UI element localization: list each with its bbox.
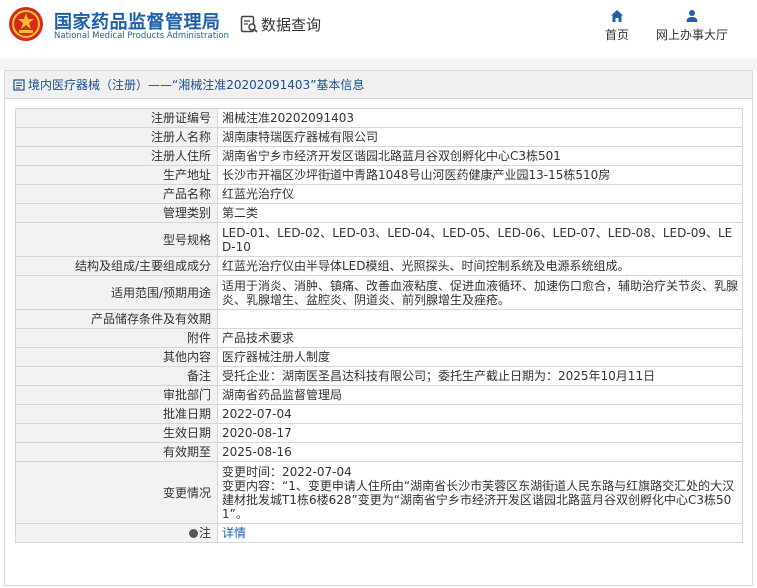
detail-panel: 境内医疗器械（注册）——“湘械注准20202091403”基本信息 注册证编号湘… — [4, 70, 753, 586]
table-row: 变更情况 变更时间：2022-07-04 变更内容：“1、变更申请人住所由“湖南省… — [15, 461, 743, 524]
field-value: 医疗器械注册人制度 — [217, 347, 743, 367]
national-emblem-icon — [9, 7, 43, 41]
document-icon — [13, 78, 25, 91]
table-row: 生效日期 2020-08-17 — [15, 423, 743, 443]
nav-hall-label: 网上办事大厅 — [655, 28, 728, 42]
field-label: 批准日期 — [15, 404, 218, 424]
org-name-en: National Medical Products Administration — [54, 31, 229, 41]
change-history: 变更时间：2022-07-04 变更内容：“1、变更申请人住所由“湖南省长沙市芙… — [217, 461, 743, 524]
table-row: 管理类别 第二类 — [15, 203, 743, 223]
field-value: 2020-08-17 — [217, 423, 743, 443]
nav-home-label: 首页 — [604, 28, 629, 42]
table-row: 结构及组成/主要组成成分 红蓝光治疗仪由半导体LED模组、光照探头、时间控制系统及… — [15, 256, 743, 276]
registration-info-table: 注册证编号 湘械注准20202091403 注册人名称 湖南康特瑞医疗器械有限公司 … — [15, 108, 743, 543]
table-row: 备注 受托企业：湖南医圣昌达科技有限公司；委托生产截止日期为：2025年10月11… — [15, 366, 743, 386]
data-query-title[interactable]: 数据查询 — [240, 13, 321, 35]
field-label: 生产地址 — [15, 165, 218, 185]
field-label: 备注 — [15, 366, 218, 386]
field-label: 有效期至 — [15, 442, 218, 462]
breadcrumb: 境内医疗器械（注册）——“湘械注准20202091403”基本信息 — [5, 71, 752, 99]
field-label: 型号规格 — [15, 222, 218, 257]
field-label: 变更情况 — [15, 461, 218, 524]
nav-online-hall[interactable]: 网上办事大厅 — [652, 9, 732, 43]
field-value: 长沙市开福区沙坪街道中青路1048号山河医药健康产业园13-15栋510房 — [217, 165, 743, 185]
field-label: 生效日期 — [15, 423, 218, 443]
field-label: 适用范围/预期用途 — [15, 275, 218, 310]
table-row: 其他内容 医疗器械注册人制度 — [15, 347, 743, 367]
field-value: 红蓝光治疗仪由半导体LED模组、光照探头、时间控制系统及电源系统组成。 — [217, 256, 743, 276]
field-label: 管理类别 — [15, 203, 218, 223]
field-label: 产品储存条件及有效期 — [15, 309, 218, 329]
field-label: 产品名称 — [15, 184, 218, 204]
table-row: 注册人住所 湖南省宁乡市经济开发区谐园北路蓝月谷双创孵化中心C3栋501 — [15, 146, 743, 166]
field-value: 湖南省药品监督管理局 — [217, 385, 743, 405]
field-value: 2022-07-04 — [217, 404, 743, 424]
field-value: 湖南康特瑞医疗器械有限公司 — [217, 127, 743, 147]
field-value: 湖南省宁乡市经济开发区谐园北路蓝月谷双创孵化中心C3栋501 — [217, 146, 743, 166]
table-row: 有效期至 2025-08-16 — [15, 442, 743, 462]
field-value: LED-01、LED-02、LED-03、LED-04、LED-05、LED-0… — [217, 222, 743, 257]
field-value: 产品技术要求 — [217, 328, 743, 348]
field-value — [217, 309, 743, 329]
site-header: 国家药品监督管理局 National Medical Products Admi… — [0, 0, 757, 58]
table-row: 注册证编号 湘械注准20202091403 — [15, 108, 743, 128]
field-value: 受托企业：湖南医圣昌达科技有限公司；委托生产截止日期为：2025年10月11日 — [217, 366, 743, 386]
table-row: 适用范围/预期用途 适用于消炎、消肿、镇痛、改善血液粘度、促进血液循环、加速伤口愈… — [15, 275, 743, 310]
field-label: 结构及组成/主要组成成分 — [15, 256, 218, 276]
home-icon — [611, 10, 623, 22]
field-label: 其他内容 — [15, 347, 218, 367]
field-value: 红蓝光治疗仪 — [217, 184, 743, 204]
field-value: 详情 — [217, 523, 743, 543]
field-value: 第二类 — [217, 203, 743, 223]
table-row: 附件 产品技术要求 — [15, 328, 743, 348]
table-row: 注册人名称 湖南康特瑞医疗器械有限公司 — [15, 127, 743, 147]
field-label: 注册人住所 — [15, 146, 218, 166]
table-row: 产品名称 红蓝光治疗仪 — [15, 184, 743, 204]
data-query-icon — [240, 15, 258, 33]
pin-icon — [188, 529, 198, 538]
table-row: 产品储存条件及有效期 — [15, 309, 743, 329]
user-icon — [686, 10, 698, 22]
field-value: 2025-08-16 — [217, 442, 743, 462]
nav-home[interactable]: 首页 — [602, 9, 632, 43]
field-label: 注册证编号 — [15, 108, 218, 128]
field-label: 审批部门 — [15, 385, 218, 405]
table-row: 型号规格 LED-01、LED-02、LED-03、LED-04、LED-05、L… — [15, 222, 743, 257]
field-value: 湘械注准20202091403 — [217, 108, 743, 128]
breadcrumb-text: 境内医疗器械（注册）——“湘械注准20202091403”基本信息 — [28, 78, 365, 92]
header-divider — [0, 58, 757, 70]
table-row: 注 详情 — [15, 523, 743, 543]
table-row: 生产地址 长沙市开福区沙坪街道中青路1048号山河医药健康产业园13-15栋510… — [15, 165, 743, 185]
table-row: 批准日期 2022-07-04 — [15, 404, 743, 424]
table-row: 审批部门 湖南省药品监督管理局 — [15, 385, 743, 405]
field-label: 注册人名称 — [15, 127, 218, 147]
field-label: 注 — [198, 526, 211, 540]
details-link[interactable]: 详情 — [222, 526, 246, 540]
field-value: 适用于消炎、消肿、镇痛、改善血液粘度、促进血液循环、加速伤口愈合，辅助治疗关节炎… — [217, 275, 743, 310]
data-query-label: 数据查询 — [261, 15, 322, 34]
field-label: 附件 — [15, 328, 218, 348]
note-label-cell: 注 — [15, 523, 218, 543]
